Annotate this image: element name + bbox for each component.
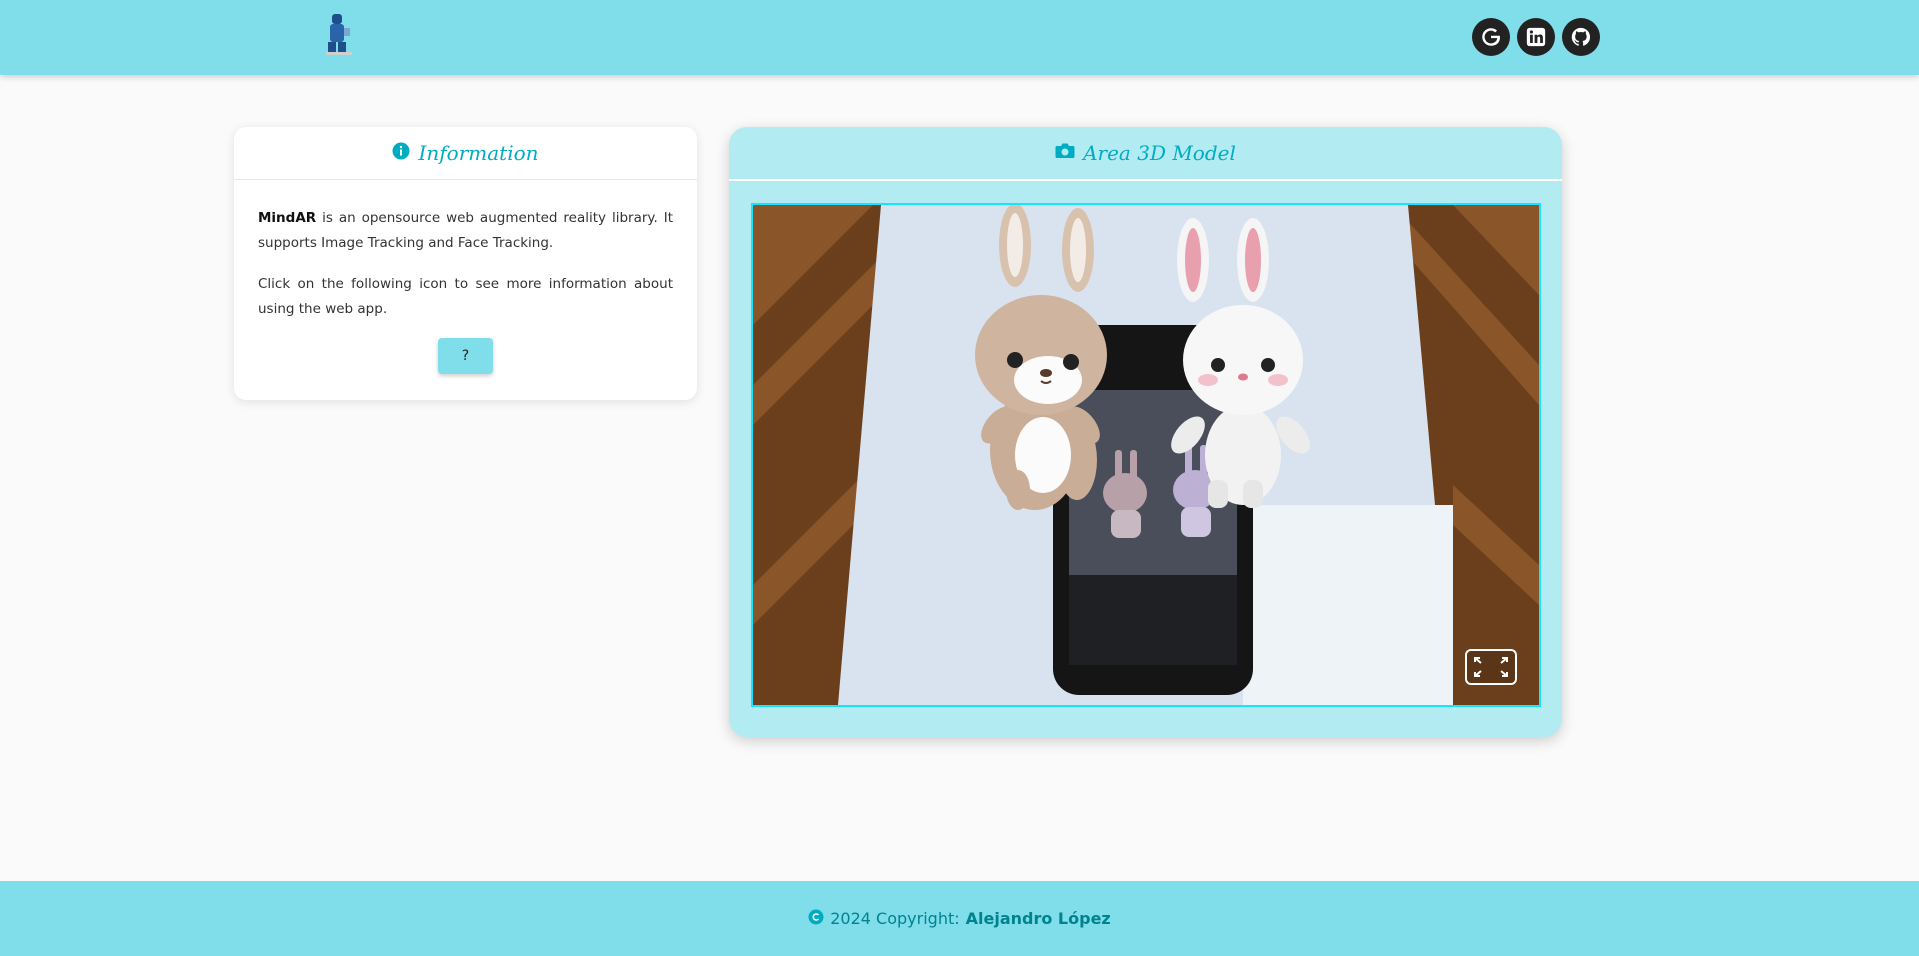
model-card-title: Area 3D Model [1083, 141, 1236, 165]
google-icon[interactable] [1472, 18, 1510, 56]
linkedin-icon[interactable] [1517, 18, 1555, 56]
model-card-header: Area 3D Model [729, 127, 1562, 181]
copyright-icon [808, 909, 824, 929]
info-circle-icon [392, 142, 410, 165]
footer-copyright-text: 2024 Copyright: [830, 909, 960, 928]
information-body: MindAR is an opensource web augmented re… [234, 180, 697, 322]
info-paragraph-1-text: is an opensource web augmented reality l… [258, 210, 673, 251]
brand-name: MindAR [258, 210, 317, 226]
camera-icon [1055, 142, 1075, 164]
github-icon[interactable] [1562, 18, 1600, 56]
information-card: Information MindAR is an opensource web … [234, 127, 697, 400]
top-navbar [0, 0, 1919, 75]
info-paragraph-1: MindAR is an opensource web augmented re… [258, 206, 673, 256]
ar-scene-image [753, 205, 1539, 705]
area-3d-model-card: Area 3D Model [729, 127, 1562, 737]
information-title: Information [418, 141, 539, 165]
info-paragraph-2: Click on the following icon to see more … [258, 276, 673, 317]
help-button[interactable]: ? [438, 338, 493, 374]
footer: 2024 Copyright: Alejandro López [0, 881, 1919, 956]
site-logo[interactable] [318, 12, 358, 56]
footer-author-link[interactable]: Alejandro López [966, 909, 1111, 928]
expand-icon [1474, 657, 1508, 677]
ar-camera-viewport[interactable] [751, 203, 1541, 707]
fullscreen-button[interactable] [1465, 649, 1517, 685]
information-card-header: Information [234, 127, 697, 180]
